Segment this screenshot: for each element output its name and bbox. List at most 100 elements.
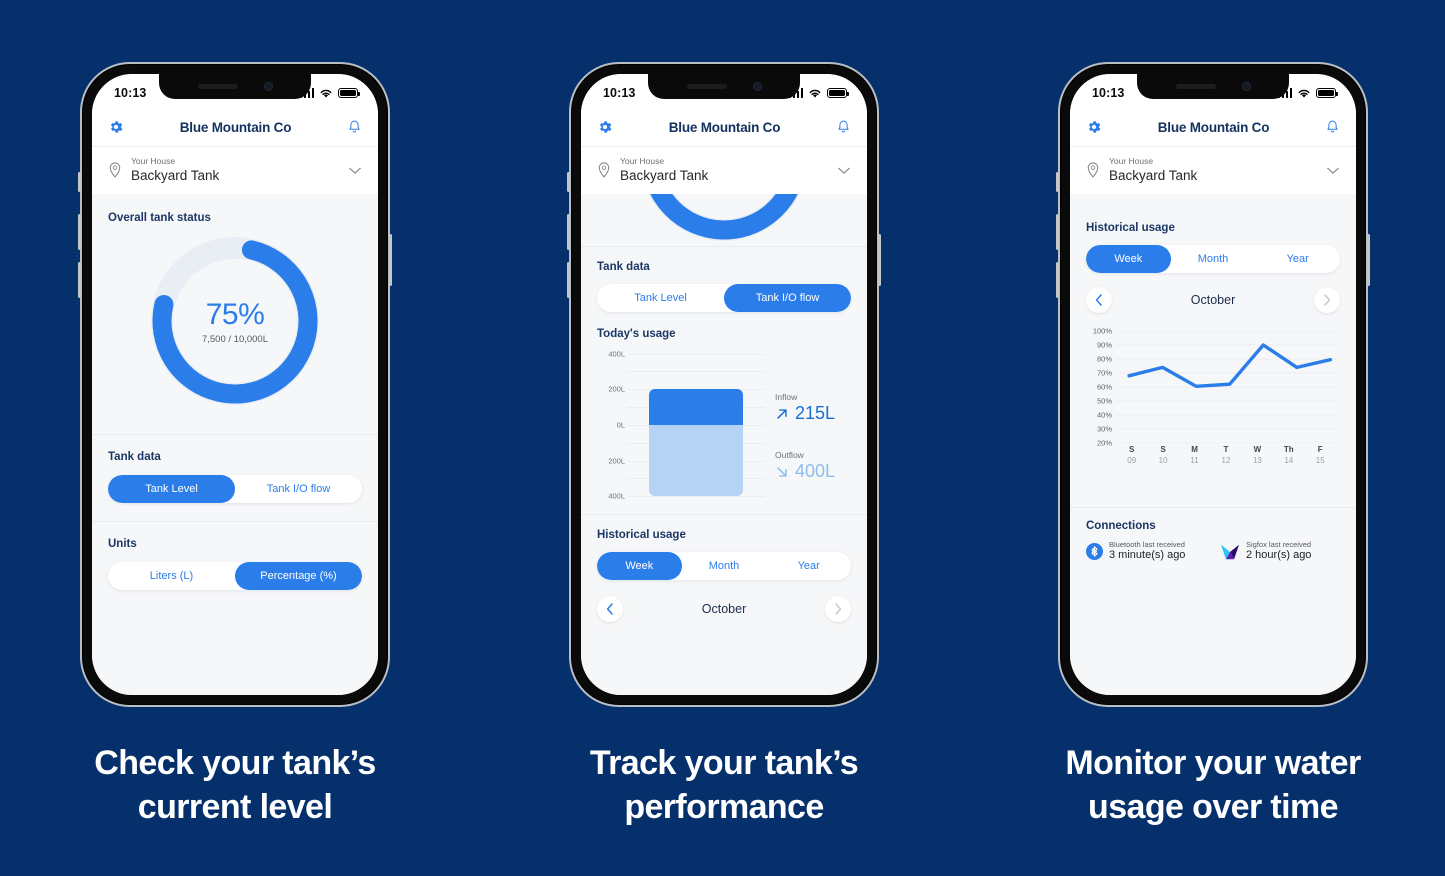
tank-selector-texts: Your House Backyard Tank	[1109, 157, 1317, 184]
gauge-center: 75% 7,500 / 10,000L	[146, 232, 324, 410]
bell-icon[interactable]	[1325, 119, 1340, 135]
app-header: Blue Mountain Co	[581, 108, 867, 146]
connection-value: 3 minute(s) ago	[1109, 549, 1186, 562]
x-tick: S 09	[1116, 445, 1147, 465]
x-tick: M 11	[1179, 445, 1210, 465]
range-segmented-control[interactable]: Week Month Year	[1086, 245, 1340, 273]
x-day: W	[1253, 445, 1262, 454]
connection-bluetooth: Bluetooth last received 3 minute(s) ago	[1086, 540, 1206, 563]
segment-tank-level[interactable]: Tank Level	[108, 475, 235, 503]
io-stats: Inflow 215L Outflow 400L	[775, 350, 851, 500]
x-tick: S 10	[1147, 445, 1178, 465]
bell-icon[interactable]	[347, 119, 362, 135]
tank-selector[interactable]: Your House Backyard Tank	[581, 146, 867, 194]
segment-tank-io-flow[interactable]: Tank I/O flow	[235, 475, 362, 503]
line-chart-y-axis: 100% 90% 80% 70% 60% 50% 40% 30% 20%	[1086, 327, 1112, 448]
outflow-value: 400L	[795, 461, 836, 481]
earpiece-speaker	[197, 84, 238, 89]
connections-section: Connections Bluetooth last received 3 mi…	[1070, 508, 1356, 563]
chevron-down-icon[interactable]	[837, 166, 851, 175]
tank-selector[interactable]: Your House Backyard Tank	[92, 146, 378, 194]
x-tick: Th 14	[1273, 445, 1304, 465]
phone-mockup-3: 10:13 Blue Mountain Co Your House Backya…	[1056, 62, 1370, 707]
range-segmented-control[interactable]: Week Month Year	[597, 552, 851, 580]
segment-liters[interactable]: Liters (L)	[108, 562, 235, 590]
next-month-button[interactable]	[1314, 287, 1340, 313]
segment-month[interactable]: Month	[1171, 245, 1256, 273]
prev-month-button[interactable]	[597, 596, 623, 622]
lc-ytick: 90%	[1096, 340, 1112, 350]
x-day: F	[1317, 445, 1323, 454]
x-date: 10	[1158, 456, 1168, 465]
segment-tank-level[interactable]: Tank Level	[597, 284, 724, 312]
tank-data-section: Tank data Tank Level Tank I/O flow	[581, 247, 867, 312]
mute-switch	[567, 172, 570, 192]
screen-3-content: Historical usage Week Month Year October	[1070, 194, 1356, 695]
tank-data-section: Tank data Tank Level Tank I/O flow	[92, 435, 378, 503]
lc-ytick: 70%	[1096, 368, 1112, 378]
segment-week[interactable]: Week	[1086, 245, 1171, 273]
tank-selector[interactable]: Your House Backyard Tank	[1070, 146, 1356, 194]
chevron-down-icon[interactable]	[348, 166, 362, 175]
x-day: S	[1160, 445, 1166, 454]
tank-data-segmented-control[interactable]: Tank Level Tank I/O flow	[597, 284, 851, 312]
wifi-icon	[809, 89, 821, 98]
x-day: M	[1191, 445, 1198, 454]
gauge-volume: 7,500 / 10,000L	[201, 333, 269, 345]
segment-tank-io-flow[interactable]: Tank I/O flow	[724, 284, 851, 312]
app-screen-3: 10:13 Blue Mountain Co Your House Backya…	[1070, 74, 1356, 695]
lc-ytick: 100%	[1092, 326, 1112, 336]
chevron-left-icon	[1095, 294, 1102, 306]
app-screen-2: 10:13 Blue Mountain Co Your House Backya…	[581, 74, 867, 695]
bell-icon[interactable]	[836, 119, 851, 135]
inflow-stat: Inflow 215L	[775, 392, 851, 424]
inflow-value-row: 215L	[775, 403, 851, 424]
segment-week[interactable]: Week	[597, 552, 682, 580]
outflow-stat: Outflow 400L	[775, 450, 851, 482]
segment-percentage[interactable]: Percentage (%)	[235, 562, 362, 590]
x-tick: T 12	[1210, 445, 1241, 465]
prev-month-button[interactable]	[1086, 287, 1112, 313]
segment-month[interactable]: Month	[682, 552, 767, 580]
tank-selector-label: Backyard Tank	[1109, 168, 1198, 184]
io-ytick: 400L	[608, 491, 625, 501]
connection-text: Sigfox last received 2 hour(s) ago	[1246, 540, 1311, 563]
app-title: Blue Mountain Co	[179, 119, 292, 135]
lc-ytick: 40%	[1096, 410, 1112, 420]
arrow-up-right-icon	[777, 408, 787, 419]
gear-icon[interactable]	[597, 119, 613, 135]
gear-icon[interactable]	[108, 119, 124, 135]
tank-selector-label: Backyard Tank	[131, 168, 220, 184]
historical-usage-title: Historical usage	[1086, 222, 1175, 234]
io-ytick: 0L	[616, 420, 625, 430]
segment-year[interactable]: Year	[1255, 245, 1340, 273]
connections-list: Bluetooth last received 3 minute(s) ago	[1086, 540, 1340, 563]
io-ytick: 400L	[608, 349, 625, 359]
device-notch	[648, 74, 800, 99]
current-month: October	[701, 602, 747, 616]
line-chart-plot	[1116, 330, 1336, 444]
units-segmented-control[interactable]: Liters (L) Percentage (%)	[108, 562, 362, 590]
caption-2: Track your tank’s performance	[589, 744, 859, 826]
tank-data-title: Tank data	[597, 261, 650, 273]
next-month-button[interactable]	[825, 596, 851, 622]
todays-usage-section: Today's usage 400L 200L 0L 200L 400L Inf…	[581, 312, 867, 501]
app-header: Blue Mountain Co	[1070, 108, 1356, 146]
phone-mockup-2: 10:13 Blue Mountain Co Your House Backya…	[567, 62, 881, 707]
chevron-down-icon[interactable]	[1326, 166, 1340, 175]
arrow-down-right-icon	[777, 466, 787, 477]
connection-label: Sigfox last received	[1246, 540, 1312, 549]
volume-down-button	[567, 262, 570, 298]
io-y-axis: 400L 200L 0L 200L 400L	[597, 349, 625, 501]
device-notch	[159, 74, 311, 99]
x-tick: F 15	[1305, 445, 1336, 465]
gear-icon[interactable]	[1086, 119, 1102, 135]
segment-year[interactable]: Year	[766, 552, 851, 580]
month-navigator: October	[1086, 287, 1340, 313]
connection-label: Bluetooth last received	[1109, 540, 1185, 549]
chevron-right-icon	[835, 603, 842, 615]
chevron-left-icon	[606, 603, 613, 615]
tank-data-segmented-control[interactable]: Tank Level Tank I/O flow	[108, 475, 362, 503]
x-date: 12	[1221, 456, 1231, 465]
volume-up-button	[567, 214, 570, 250]
